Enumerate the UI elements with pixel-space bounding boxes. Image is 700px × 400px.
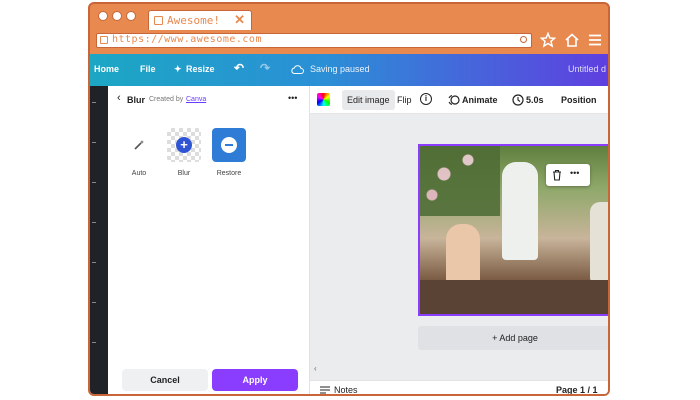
home-menu[interactable]: Home	[94, 64, 119, 74]
rail-mark	[92, 102, 96, 103]
menu-icon[interactable]	[587, 32, 603, 48]
person-center	[502, 162, 538, 260]
app-top-bar: Home File ✦ Resize ↶ ↷ Saving paused Unt…	[90, 54, 608, 86]
window-minimize-dot[interactable]	[112, 11, 122, 21]
panel-header: ‹ Blur Created by Canva •••	[108, 86, 309, 114]
saving-status: Saving paused	[310, 64, 370, 74]
magic-wand-icon	[134, 140, 144, 150]
canva-app: Home File ✦ Resize ↶ ↷ Saving paused Unt…	[90, 54, 608, 394]
photo-element[interactable]: •••	[418, 144, 608, 316]
minus-icon	[221, 137, 237, 153]
document-title[interactable]: Untitled d	[568, 64, 606, 74]
rail-mark	[92, 142, 96, 143]
edit-image-button[interactable]: Edit image	[342, 90, 395, 110]
rail-mark	[92, 182, 96, 183]
browser-tab[interactable]: Awesome! ✕	[148, 10, 252, 30]
star-icon[interactable]	[540, 32, 556, 48]
table-area	[420, 280, 608, 314]
url-text: https://www.awesome.com	[112, 34, 262, 45]
trash-icon[interactable]	[552, 169, 562, 181]
auto-tool[interactable]	[122, 128, 156, 162]
sparkle-icon: ✦	[174, 64, 182, 74]
blur-tool[interactable]: +	[167, 128, 201, 162]
add-page-button[interactable]: + Add page	[418, 326, 608, 350]
notes-icon	[320, 386, 330, 394]
status-bar: Notes Page 1 / 1	[310, 380, 608, 394]
apply-button[interactable]: Apply	[212, 369, 298, 391]
element-actions-popup: •••	[546, 164, 590, 186]
page-icon	[154, 16, 163, 25]
rail-mark	[92, 222, 96, 223]
color-swatch-icon[interactable]	[317, 93, 330, 106]
restore-tool[interactable]	[212, 128, 246, 162]
page-icon	[100, 36, 108, 44]
cloud-icon	[291, 65, 304, 74]
tab-close-icon[interactable]: ✕	[234, 12, 245, 28]
flowers-area	[420, 146, 500, 216]
file-menu[interactable]: File	[140, 64, 156, 74]
blur-panel: ‹ Blur Created by Canva ••• Auto + Blur	[108, 86, 310, 394]
rail-mark	[92, 262, 96, 263]
window-close-dot[interactable]	[98, 11, 108, 21]
animate-button[interactable]: Animate	[462, 95, 498, 105]
panel-title: Blur	[127, 95, 145, 105]
duration-button[interactable]: 5.0s	[526, 95, 544, 105]
person-right	[590, 202, 608, 282]
page-indicator[interactable]: Page 1 / 1	[556, 385, 598, 394]
scroll-left-icon[interactable]: ‹	[314, 364, 317, 373]
home-icon[interactable]	[564, 32, 580, 48]
position-button[interactable]: Position	[561, 95, 597, 105]
animate-icon[interactable]	[448, 94, 460, 106]
window-maximize-dot[interactable]	[126, 11, 136, 21]
person-left	[446, 224, 480, 284]
undo-icon[interactable]: ↶	[234, 61, 244, 75]
created-by-label: Created by	[149, 96, 184, 103]
more-options-icon[interactable]: •••	[288, 93, 297, 103]
more-options-icon[interactable]: •••	[570, 168, 579, 178]
cancel-button[interactable]: Cancel	[122, 369, 208, 391]
resize-menu[interactable]: Resize	[186, 64, 215, 74]
rail-mark	[92, 342, 96, 343]
rail-mark	[92, 302, 96, 303]
restore-label: Restore	[216, 170, 242, 177]
notes-button[interactable]: Notes	[334, 385, 358, 394]
creator-link[interactable]: Canva	[186, 96, 206, 103]
address-bar[interactable]: https://www.awesome.com	[96, 33, 532, 48]
clock-icon[interactable]	[512, 94, 524, 106]
redo-icon[interactable]: ↷	[260, 61, 270, 75]
design-canvas: ••• + Add page ‹	[310, 114, 608, 380]
image-toolbar: Edit image Flip i Animate 5.0s Position	[310, 86, 608, 114]
search-icon[interactable]	[520, 36, 527, 43]
plus-icon: +	[176, 137, 192, 153]
info-icon[interactable]: i	[420, 93, 432, 105]
auto-label: Auto	[131, 170, 147, 177]
left-nav-rail	[90, 86, 108, 394]
back-icon[interactable]: ‹	[117, 92, 121, 104]
title-bar: Awesome! ✕	[90, 4, 608, 32]
flip-button[interactable]: Flip	[397, 95, 412, 105]
blur-label: Blur	[177, 170, 191, 177]
tab-title: Awesome!	[167, 14, 220, 27]
browser-window: Awesome! ✕ https://www.awesome.com Home …	[88, 2, 610, 396]
